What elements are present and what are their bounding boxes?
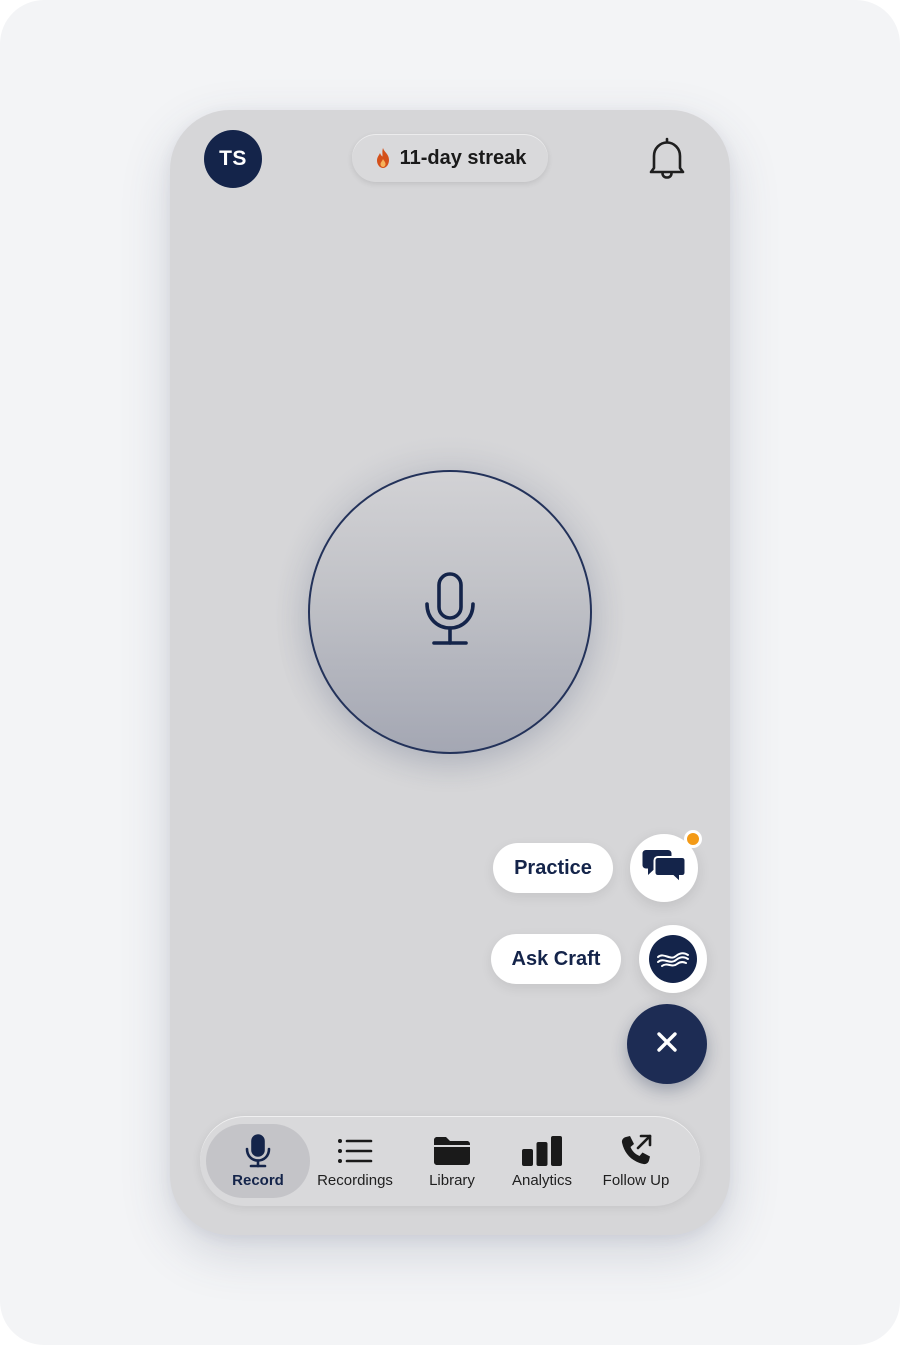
avatar-initials: TS (219, 147, 247, 170)
flame-icon (374, 147, 392, 169)
notification-dot (684, 830, 702, 848)
record-button[interactable] (308, 470, 592, 754)
phone-outgoing-icon (618, 1134, 654, 1168)
close-icon (656, 1031, 678, 1058)
nav-label-analytics: Analytics (511, 1171, 573, 1189)
nav-item-analytics[interactable]: Analytics (498, 1124, 586, 1198)
nav-label-recordings: Recordings (317, 1171, 393, 1189)
ask-craft-label: Ask Craft (511, 947, 601, 970)
nav-item-follow-up[interactable]: Follow Up (590, 1124, 682, 1198)
nav-item-record[interactable]: Record (206, 1124, 310, 1198)
practice-label: Practice (514, 856, 592, 879)
nav-label-follow-up: Follow Up (602, 1171, 670, 1189)
avatar[interactable]: TS (204, 130, 262, 188)
microphone-icon (245, 1133, 271, 1168)
practice-button[interactable]: Practice (493, 843, 613, 893)
bar-chart-icon (520, 1134, 564, 1168)
close-menu-button[interactable] (627, 1004, 707, 1084)
bell-icon[interactable] (648, 136, 686, 180)
list-icon (337, 1134, 373, 1168)
app-screen: TS 11-day streak Practice Ask Craft Reco… (170, 110, 730, 1235)
nav-label-library: Library (429, 1171, 475, 1189)
folder-icon (432, 1134, 472, 1168)
microphone-icon (424, 571, 476, 653)
ask-craft-button[interactable]: Ask Craft (491, 934, 621, 984)
craft-wave-logo (649, 935, 697, 983)
ask-craft-fab[interactable] (639, 925, 707, 993)
nav-item-library[interactable]: Library (410, 1124, 494, 1198)
page-background: TS 11-day streak Practice Ask Craft Reco… (0, 0, 900, 1345)
streak-label: 11-day streak (399, 146, 527, 169)
streak-badge[interactable]: 11-day streak (352, 134, 548, 182)
nav-item-recordings[interactable]: Recordings (308, 1124, 402, 1198)
chat-bubbles-icon (642, 848, 687, 889)
nav-label-record: Record (232, 1171, 284, 1189)
bottom-nav: Record Recordings Library Analytics Foll… (200, 1116, 700, 1206)
